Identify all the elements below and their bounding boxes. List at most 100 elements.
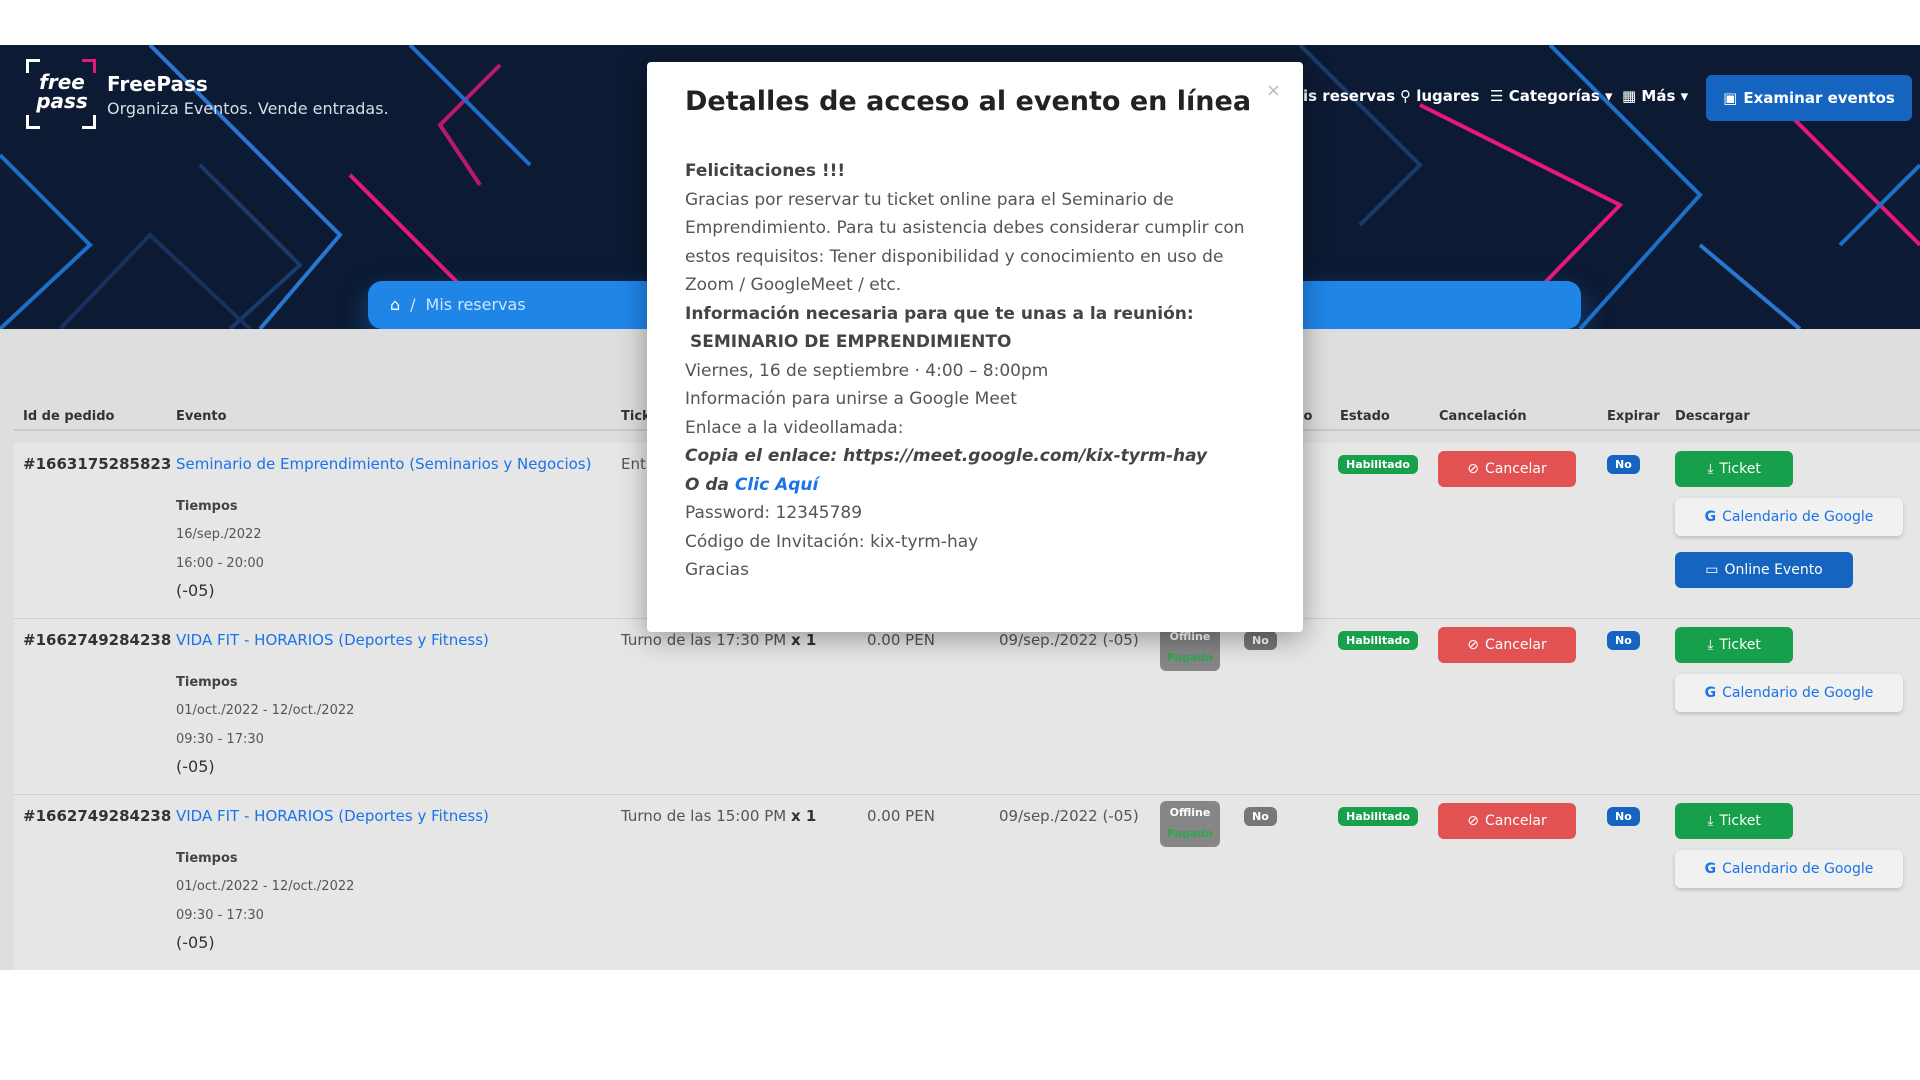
seminar-name: SEMINARIO DE EMPRENDIMIENTO xyxy=(690,332,1012,352)
event-link[interactable]: VIDA FIT - HORARIOS (Deportes y Fitness) xyxy=(176,807,489,825)
meeting-password: Password: 12345789 xyxy=(685,503,863,523)
event-link[interactable]: Seminario de Emprendimiento (Seminarios … xyxy=(176,455,591,473)
download-icon: ⤓ xyxy=(1707,461,1714,477)
expire-badge: No xyxy=(1607,807,1640,826)
table-row: #1662749284238 VIDA FIT - HORARIOS (Depo… xyxy=(14,619,1920,795)
order-id: #1662749284238 xyxy=(23,631,172,649)
ban-icon: ⊘ xyxy=(1467,637,1479,653)
ban-icon: ⊘ xyxy=(1467,461,1479,477)
order-id: #1663175285823 xyxy=(23,455,172,473)
browse-events-button[interactable]: ▣ Examinar eventos xyxy=(1706,75,1912,121)
brand-name[interactable]: FreePass xyxy=(107,72,208,96)
status-badge: Habilitado xyxy=(1338,455,1418,474)
col-cancellation: Cancelación xyxy=(1439,409,1527,424)
download-ticket-button[interactable]: ⤓ Ticket xyxy=(1675,451,1793,487)
ban-icon: ⊘ xyxy=(1467,813,1479,829)
cancel-button[interactable]: ⊘ Cancelar xyxy=(1438,627,1576,663)
nav-more[interactable]: ▦ Más ▾ xyxy=(1622,87,1688,105)
col-download: Descargar xyxy=(1675,409,1750,424)
event-dates: 16/sep./2022 xyxy=(176,527,262,542)
payment-mode-badge: Offline Pagado xyxy=(1160,801,1220,847)
list-icon: ☰ xyxy=(1490,87,1504,105)
click-here-line: O da Clic Aquí xyxy=(685,474,819,495)
app-screen: free pass FreePass Organiza Eventos. Vend… xyxy=(0,45,1920,970)
download-icon: ⤓ xyxy=(1707,637,1714,653)
checked-in-badge: No xyxy=(1244,631,1277,650)
download-icon: ⤓ xyxy=(1707,813,1714,829)
expire-badge: No xyxy=(1607,631,1640,650)
grid-icon: ▦ xyxy=(1622,87,1637,105)
logo-corner xyxy=(26,59,40,73)
google-icon: G xyxy=(1704,861,1717,877)
online-event-button[interactable]: ▭ Online Evento xyxy=(1675,552,1853,588)
closing-thanks: Gracias xyxy=(685,560,749,580)
event-timezone: (-05) xyxy=(176,581,215,600)
caret-down-icon: ▾ xyxy=(1680,87,1689,105)
freepass-logo[interactable]: free pass xyxy=(26,59,96,129)
event-hours: 09:30 - 17:30 xyxy=(176,732,264,747)
congrats-line: Felicitaciones !!! xyxy=(685,161,846,181)
ticket-name: Turno de las 15:00 PM x 1 xyxy=(621,807,817,825)
col-order-id: Id de pedido xyxy=(23,409,115,424)
google-calendar-button[interactable]: G Calendario de Google xyxy=(1675,498,1903,536)
cancel-button[interactable]: ⊘ Cancelar xyxy=(1438,451,1576,487)
home-icon[interactable]: ⌂ xyxy=(390,295,400,314)
google-calendar-button[interactable]: G Calendario de Google xyxy=(1675,674,1903,712)
caret-down-icon: ▾ xyxy=(1605,87,1613,105)
col-event: Evento xyxy=(176,409,227,424)
breadcrumb-current[interactable]: Mis reservas xyxy=(426,295,526,314)
modal-body: Felicitaciones !!! Gracias por reservar … xyxy=(685,157,1275,585)
times-label: Tiempos xyxy=(176,675,238,690)
brand-tagline: Organiza Eventos. Vende entradas. xyxy=(107,99,389,118)
click-here-link[interactable]: Clic Aquí xyxy=(735,475,818,495)
status-badge: Habilitado xyxy=(1338,807,1418,826)
meet-info: Información para unirse a Google Meet xyxy=(685,389,1017,409)
status-badge: Habilitado xyxy=(1338,631,1418,650)
ticket-name: Turno de las 17:30 PM x 1 xyxy=(621,631,817,649)
expire-badge: No xyxy=(1607,455,1640,474)
map-pin-icon: ⚲ xyxy=(1400,87,1411,105)
col-status: Estado xyxy=(1340,409,1390,424)
logo-corner xyxy=(82,115,96,129)
ticket-price: 0.00 PEN xyxy=(867,807,935,825)
event-dates: 01/oct./2022 - 12/oct./2022 xyxy=(176,879,355,894)
logo-wordmark: free pass xyxy=(36,70,88,113)
google-calendar-button[interactable]: G Calendario de Google xyxy=(1675,850,1903,888)
event-timezone: (-05) xyxy=(176,933,215,952)
download-ticket-button[interactable]: ⤓ Ticket xyxy=(1675,803,1793,839)
google-icon: G xyxy=(1704,509,1717,525)
event-hours: 16:00 - 20:00 xyxy=(176,556,264,571)
modal-title: Detalles de acceso al evento en línea xyxy=(684,86,1252,117)
event-hours: 09:30 - 17:30 xyxy=(176,908,264,923)
booking-date: 09/sep./2022 (-05) xyxy=(999,631,1139,649)
cancel-button[interactable]: ⊘ Cancelar xyxy=(1438,803,1576,839)
event-dates: 01/oct./2022 - 12/oct./2022 xyxy=(176,703,355,718)
close-icon[interactable]: × xyxy=(1266,80,1281,101)
ticket-name: Ent xyxy=(621,455,646,473)
info-heading: Información necesaria para que te unas a… xyxy=(685,303,1194,324)
logo-corner xyxy=(26,115,40,129)
table-row: #1662749284238 VIDA FIT - HORARIOS (Depo… xyxy=(14,795,1920,970)
download-ticket-button[interactable]: ⤓ Ticket xyxy=(1675,627,1793,663)
event-timezone: (-05) xyxy=(176,757,215,776)
monitor-icon: ▭ xyxy=(1705,562,1719,578)
checked-in-badge: No xyxy=(1244,807,1277,826)
nav-my-reservations[interactable]: is reservas xyxy=(1303,87,1395,105)
google-icon: G xyxy=(1704,685,1717,701)
online-access-modal: Detalles de acceso al evento en línea × … xyxy=(647,62,1303,632)
event-link[interactable]: VIDA FIT - HORARIOS (Deportes y Fitness) xyxy=(176,631,489,649)
calendar-icon: ▣ xyxy=(1723,89,1738,107)
times-label: Tiempos xyxy=(176,499,238,514)
nav-categories[interactable]: ☰ Categorías ▾ xyxy=(1490,87,1613,105)
invite-code: Código de Invitación: kix-tyrm-hay xyxy=(685,531,979,552)
order-id: #1662749284238 xyxy=(23,807,172,825)
times-label: Tiempos xyxy=(176,851,238,866)
breadcrumb-trail: ⌂ / Mis reservas xyxy=(390,295,526,314)
ticket-price: 0.00 PEN xyxy=(867,631,935,649)
event-when: Viernes, 16 de septiembre · 4:00 – 8:00p… xyxy=(685,360,1049,381)
booking-date: 09/sep./2022 (-05) xyxy=(999,807,1139,825)
col-expire: Expirar xyxy=(1607,409,1660,424)
meet-link[interactable]: Copia el enlace: https://meet.google.com… xyxy=(685,442,1275,471)
nav-venues[interactable]: ⚲ lugares xyxy=(1400,87,1479,105)
thanks-paragraph: Gracias por reservar tu ticket online pa… xyxy=(685,189,1245,296)
